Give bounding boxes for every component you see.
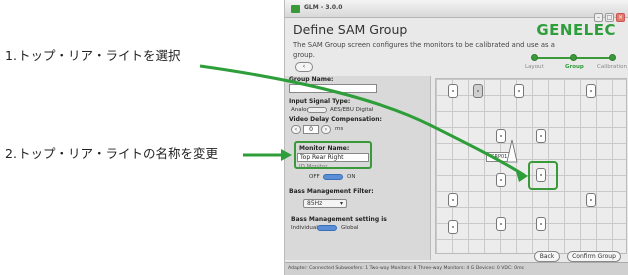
monitor-icon[interactable] (586, 193, 596, 207)
page-title: Define SAM Group (293, 22, 408, 37)
monitor-icon[interactable] (448, 84, 458, 98)
progress-dot-calibration[interactable] (609, 54, 616, 61)
monitor-icon[interactable] (496, 129, 506, 143)
delay-decrease-button[interactable]: ‹ (291, 125, 301, 134)
video-delay-label: Video Delay Compensation: (289, 116, 382, 123)
chevron-down-icon: ▾ (339, 200, 343, 207)
back-small-button[interactable]: ‹ (295, 62, 313, 72)
status-bar: Adapter: Connected Subwoofers: 1 Two-way… (285, 262, 628, 275)
monitor-icon[interactable] (514, 84, 524, 98)
back-button[interactable]: Back (534, 251, 560, 262)
bass-setting-label: Bass Management setting is (291, 216, 387, 223)
global-label: Global (341, 225, 359, 231)
confirm-group-button[interactable]: Confirm Group (567, 251, 621, 262)
close-button[interactable]: × (616, 13, 625, 22)
step-number: 2. (5, 146, 17, 161)
step-text: トップ・リア・ライトを選択 (18, 48, 181, 63)
glm-window: GLM - 3.0.0 – □ × Define SAM Group The SAM… (284, 0, 628, 275)
progress-dot-layout[interactable] (531, 54, 538, 61)
wizard-progress: Layout Group Calibration (523, 52, 627, 74)
step-text: トップ・リア・ライトの名称を変更 (18, 146, 219, 161)
on-label: ON (347, 174, 356, 180)
off-label: OFF (309, 174, 320, 180)
delay-unit: ms (335, 126, 344, 132)
selected-monitor-highlight (528, 161, 558, 190)
step-number: 1. (5, 48, 17, 63)
input-signal-label: Input Signal Type: (289, 98, 351, 105)
monitor-name-highlight (294, 141, 372, 169)
monitor-icon[interactable] (496, 173, 506, 187)
monitor-toggle[interactable] (323, 174, 343, 180)
monitor-icon[interactable] (536, 217, 546, 231)
bass-filter-value: 85Hz (307, 200, 323, 207)
bass-filter-select[interactable]: 85Hz ▾ (303, 199, 347, 208)
signal-type-toggle[interactable] (307, 107, 327, 113)
monitor-icon[interactable] (536, 129, 546, 143)
instruction-step-2: 2. トップ・リア・ライトの名称を変更 (5, 145, 235, 181)
monitor-icon[interactable] (448, 193, 458, 207)
bass-filter-label: Bass Management Filter: (289, 188, 374, 195)
group-name-label: Group Name: (289, 76, 334, 83)
progress-label-layout: Layout (525, 64, 544, 70)
progress-label-group: Group (565, 64, 584, 70)
progress-label-calibration: Calibration (597, 64, 627, 70)
genelec-logo: GENELEC (536, 21, 616, 39)
monitor-icon[interactable] (496, 217, 506, 231)
monitor-icon[interactable] (586, 84, 596, 98)
title-bar: GLM - 3.0.0 – □ × (285, 0, 628, 22)
group-tag: GRP01 (486, 152, 512, 162)
video-delay-input[interactable]: 0 (303, 125, 319, 134)
progress-dot-group[interactable] (570, 54, 577, 61)
window-controls: – □ × (592, 4, 625, 22)
digital-label: AES/EBU Digital (330, 107, 374, 113)
monitor-icon[interactable] (448, 220, 458, 234)
monitor-icon[interactable] (473, 84, 483, 98)
instruction-step-1: 1. トップ・リア・ライトを選択 (5, 47, 235, 83)
bass-setting-toggle[interactable] (317, 225, 337, 231)
delay-increase-button[interactable]: › (321, 125, 331, 134)
window-title: GLM - 3.0.0 (304, 4, 343, 11)
app-icon (291, 5, 300, 13)
individual-label: Individual (291, 225, 318, 231)
group-name-input[interactable] (289, 84, 377, 93)
